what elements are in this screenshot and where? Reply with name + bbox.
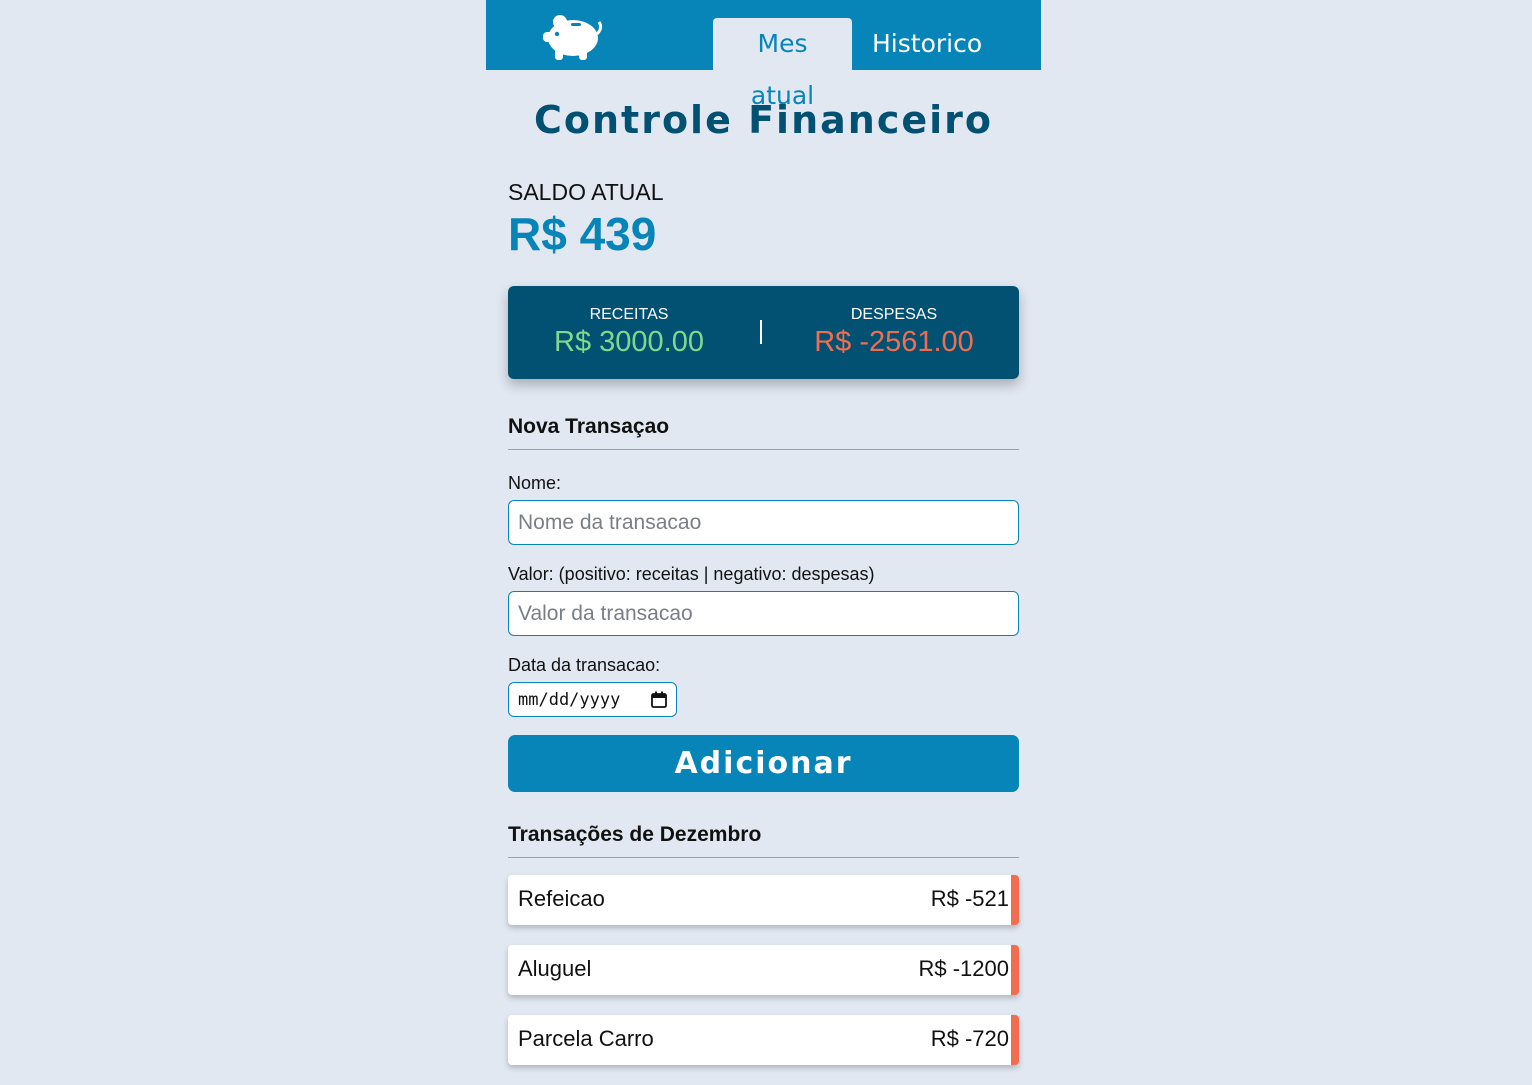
transaction-name: Parcela Carro: [518, 1026, 654, 1051]
date-placeholder: mm/dd/yyyy: [518, 689, 621, 710]
add-button[interactable]: Adicionar: [508, 735, 1019, 792]
piggy-bank-icon: [543, 15, 603, 60]
summary-card: RECEITAS R$ 3000.00 DESPESAS R$ -2561.00: [508, 286, 1019, 379]
value-field-label: Valor: (positivo: receitas | negativo: d…: [508, 564, 875, 584]
new-transaction-heading: Nova Transaçao: [508, 415, 1019, 450]
calendar-icon[interactable]: [651, 691, 667, 708]
tab-historico[interactable]: Historico: [862, 18, 992, 70]
app-container: Mes atual Historico Controle Financeiro …: [486, 0, 1041, 1065]
tab-mes-atual[interactable]: Mes atual: [713, 18, 852, 110]
name-input[interactable]: [508, 500, 1019, 545]
date-field-label: Data da transacao:: [508, 655, 661, 675]
expense-value: R$ -2561.00: [814, 326, 974, 358]
income-value: R$ 3000.00: [554, 326, 704, 358]
transaction-list: Refeicao R$ -521 Aluguel R$ -1200 Parcel…: [508, 875, 1019, 1085]
transaction-amount: R$ -720: [930, 1026, 1009, 1051]
date-input[interactable]: mm/dd/yyyy: [508, 682, 677, 717]
expense-label: DESPESAS: [850, 306, 938, 323]
transaction-amount: R$ -521: [930, 886, 1009, 911]
transactions-heading: Transações de Dezembro: [508, 823, 1019, 858]
balance-value: R$ 439: [508, 208, 657, 260]
expense-summary: DESPESAS R$ -2561.00: [794, 306, 994, 359]
name-field-label: Nome:: [508, 473, 562, 493]
page-title: Controle Financeiro: [534, 98, 993, 142]
summary-divider: [760, 320, 762, 344]
balance-label: SALDO ATUAL: [508, 179, 664, 205]
income-label: RECEITAS: [589, 306, 669, 323]
income-summary: RECEITAS R$ 3000.00: [529, 306, 729, 359]
transaction-item[interactable]: Refeicao R$ -521: [508, 875, 1019, 925]
header-bar: Mes atual Historico: [486, 0, 1041, 110]
transaction-name: Refeicao: [518, 886, 605, 911]
transaction-name: Aluguel: [518, 956, 592, 981]
transaction-amount: R$ -1200: [918, 956, 1009, 981]
transaction-item[interactable]: Parcela Carro R$ -720: [508, 1015, 1019, 1065]
value-input[interactable]: [508, 591, 1019, 636]
transaction-item[interactable]: Aluguel R$ -1200: [508, 945, 1019, 995]
